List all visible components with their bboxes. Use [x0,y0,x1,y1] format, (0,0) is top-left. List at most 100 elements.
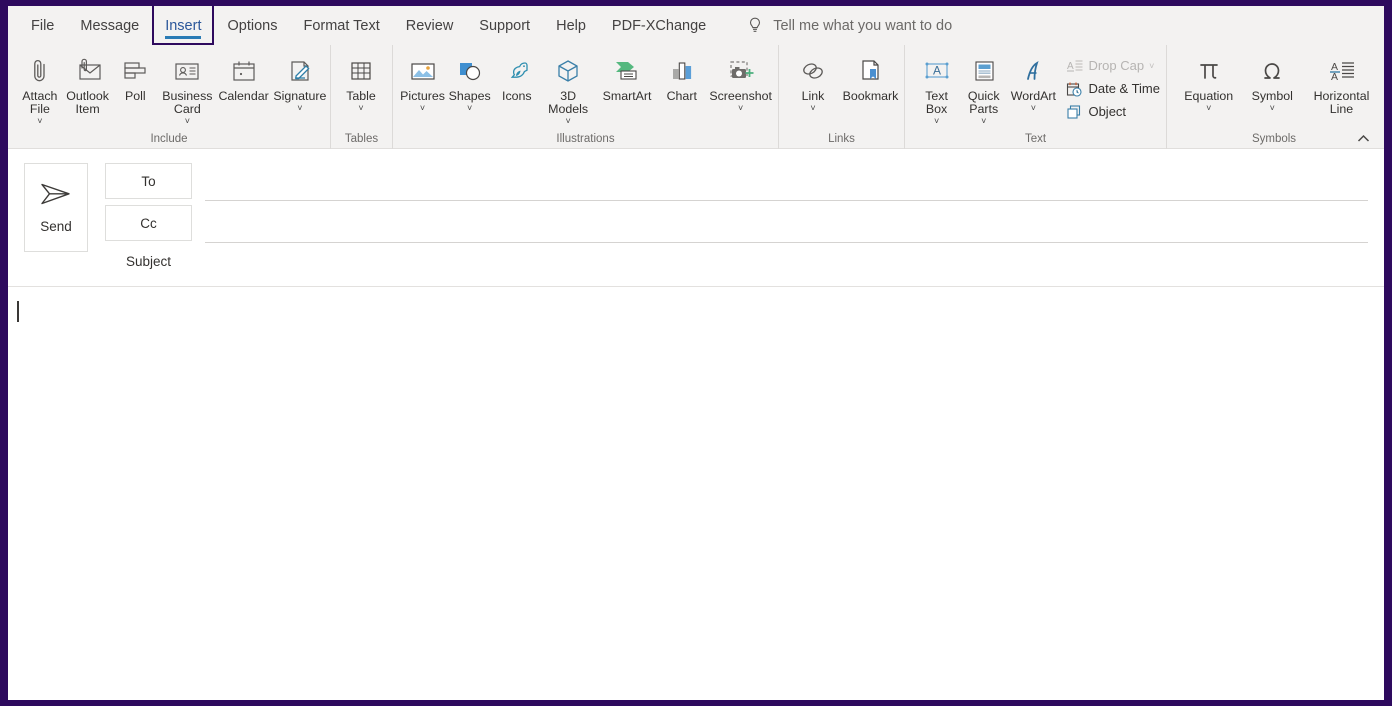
contact-card-icon [171,53,203,89]
send-arrow-icon [38,181,74,212]
wordart-button[interactable]: WordArt ˅ [1007,49,1059,119]
tab-message[interactable]: Message [67,6,152,45]
chevron-down-icon[interactable]: ˅ [981,116,986,126]
symbol-button[interactable]: Symbol ˅ [1240,49,1303,119]
chevron-down-icon[interactable]: ˅ [467,103,472,113]
icons-button[interactable]: Icons [493,49,540,119]
quick-parts-button[interactable]: Quick Parts ˅ [960,49,1007,126]
tab-label: Support [479,18,530,34]
tab-help[interactable]: Help [543,6,599,45]
calendar-button[interactable]: Calendar [215,49,271,119]
ribbon: Attach File ˅ Outlook Item Poll [8,45,1384,149]
tab-support[interactable]: Support [466,6,543,45]
send-button[interactable]: Send [24,163,88,252]
to-button[interactable]: To [105,163,192,199]
text-box-icon: A [921,53,953,89]
object-button[interactable]: Object [1061,100,1164,123]
outlook-item-button[interactable]: Outlook Item [64,49,112,119]
tab-file[interactable]: File [18,6,67,45]
horizontal-line-label: Horizontal Line [1314,90,1370,116]
shapes-button[interactable]: Shapes ˅ [446,49,493,119]
business-card-button[interactable]: Business Card ˅ [159,49,215,126]
equation-button[interactable]: Equation ˅ [1177,49,1240,119]
to-field-underline[interactable] [205,200,1368,201]
chevron-down-icon[interactable]: ˅ [738,103,743,113]
date-time-button[interactable]: Date & Time [1061,77,1164,100]
drop-cap-icon: A [1065,58,1084,73]
ribbon-tab-bar: File Message Insert Options Format Text … [8,6,1384,45]
link-button[interactable]: Link ˅ [787,49,839,119]
chevron-down-icon[interactable]: ˅ [185,116,190,126]
table-label: Table [346,90,376,103]
chevron-down-icon[interactable]: ˅ [420,103,425,113]
chevron-down-icon[interactable]: ˅ [37,116,42,126]
bird-leaf-icon [501,53,533,89]
tab-options[interactable]: Options [214,6,290,45]
camera-screenshot-icon [724,53,758,89]
chevron-down-icon[interactable]: ˅ [1031,103,1036,113]
3d-models-button[interactable]: 3D Models ˅ [540,49,596,126]
screenshot-button[interactable]: Screenshot ˅ [705,49,776,119]
quick-parts-label: Quick Parts [968,90,1000,116]
chart-label: Chart [667,90,697,103]
send-button-label: Send [40,219,72,234]
chevron-up-icon [1357,134,1370,143]
chevron-down-icon[interactable]: ˅ [1206,103,1211,113]
bookmark-button[interactable]: Bookmark [839,49,902,119]
wordart-label: WordArt [1011,90,1056,103]
message-body-editor[interactable] [8,287,1384,700]
cc-button[interactable]: Cc [105,205,192,241]
collapse-ribbon-button[interactable] [1353,129,1373,147]
chart-button[interactable]: Chart [658,49,705,119]
quick-parts-icon [968,53,1000,89]
svg-text:A: A [1067,61,1074,72]
chevron-down-icon[interactable]: ˅ [358,103,363,113]
tab-pdf-xchange[interactable]: PDF-XChange [599,6,719,45]
chevron-down-icon[interactable]: ˅ [934,116,939,126]
svg-text:A: A [933,64,941,78]
cc-button-label: Cc [140,216,157,231]
tab-label: File [31,18,54,34]
pictures-label: Pictures [400,90,445,103]
tab-label: Help [556,18,586,34]
chevron-down-icon[interactable]: ˅ [810,103,815,113]
link-label: Link [802,90,825,103]
ribbon-group-text: A Text Box ˅ Quick Parts ˅ WordAr [904,45,1166,149]
tab-label: Format Text [303,18,379,34]
attach-file-label: Attach File [22,90,57,116]
table-button[interactable]: Table ˅ [333,49,389,119]
text-box-button[interactable]: A Text Box ˅ [913,49,960,126]
table-grid-icon [346,53,376,89]
calendar-icon [228,53,260,89]
ribbon-group-tables: Table ˅ Tables [330,45,392,149]
drop-cap-button[interactable]: A Drop Cap ˅ [1061,54,1164,77]
tab-review[interactable]: Review [393,6,467,45]
pictures-button[interactable]: Pictures ˅ [399,49,446,119]
calendar-label: Calendar [218,90,268,103]
tab-label: Review [406,18,454,34]
signature-button[interactable]: Signature ˅ [272,49,328,119]
signature-label: Signature [273,90,326,103]
text-group-small-buttons: A Drop Cap ˅ Date & Time [1061,49,1164,123]
chevron-down-icon[interactable]: ˅ [1149,61,1154,71]
chevron-down-icon[interactable]: ˅ [566,116,571,126]
chevron-down-icon[interactable]: ˅ [297,103,302,113]
smartart-button[interactable]: SmartArt [596,49,658,119]
attach-file-button[interactable]: Attach File ˅ [16,49,64,126]
pi-icon [1192,53,1226,89]
tab-format-text[interactable]: Format Text [290,6,392,45]
smartart-label: SmartArt [603,90,652,103]
tab-label: PDF-XChange [612,18,706,34]
poll-button[interactable]: Poll [111,49,159,119]
group-label-symbols: Symbols [1169,132,1379,149]
bookmark-label: Bookmark [843,90,899,103]
equation-label: Equation [1184,90,1233,103]
cc-field-underline[interactable] [205,242,1368,243]
tab-insert[interactable]: Insert [152,6,214,45]
tell-me-search[interactable]: Tell me what you want to do [747,17,952,35]
chevron-down-icon[interactable]: ˅ [1270,103,1275,113]
horizontal-line-button[interactable]: AA Horizontal Line [1304,49,1379,119]
ribbon-group-symbols: Equation ˅ Symbol ˅ AA Horizontal Line [1166,45,1381,149]
ribbon-group-illustrations: Pictures ˅ Shapes ˅ Icons [392,45,778,149]
chain-link-icon [797,53,829,89]
